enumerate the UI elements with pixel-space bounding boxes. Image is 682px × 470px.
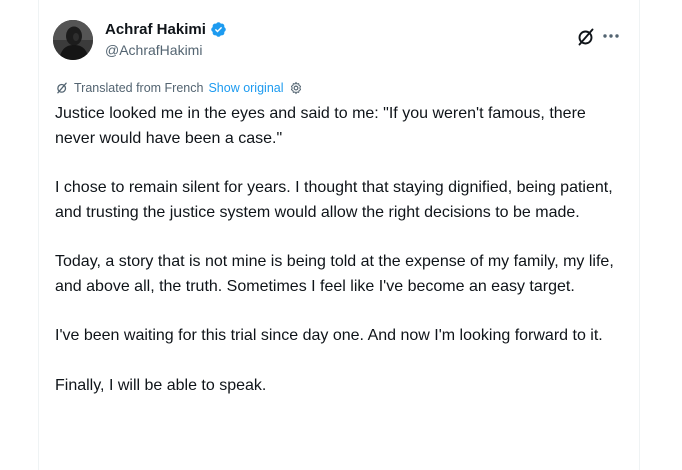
translate-icon	[55, 81, 69, 95]
author-display-name[interactable]: Achraf Hakimi	[105, 21, 206, 38]
tweet-card: Achraf Hakimi @AchrafHakimi Translated f…	[38, 0, 640, 470]
translation-notice: Translated from French Show original	[55, 81, 303, 95]
tweet-paragraph: Finally, I will be able to speak.	[55, 376, 267, 394]
avatar-image	[53, 20, 93, 60]
tweet-paragraph: I've been waiting for this trial since d…	[55, 327, 603, 345]
tweet-text: Justice looked me in the eyes and said t…	[55, 102, 625, 398]
show-original-link[interactable]: Show original	[208, 81, 283, 95]
translated-label: Translated from French	[74, 81, 204, 95]
author-name-row[interactable]: Achraf Hakimi	[105, 21, 227, 38]
author-handle[interactable]: @AchrafHakimi	[105, 42, 202, 58]
tweet-paragraph: Today, a story that is not mine is being…	[55, 253, 614, 295]
grok-slash-circle-icon[interactable]	[575, 26, 597, 48]
verified-badge-icon	[210, 21, 227, 38]
avatar[interactable]	[53, 20, 93, 60]
more-horizontal-icon[interactable]	[601, 26, 621, 46]
tweet-paragraph: I chose to remain silent for years. I th…	[55, 179, 613, 221]
tweet-paragraph: Justice looked me in the eyes and said t…	[55, 105, 586, 147]
gear-icon[interactable]	[289, 81, 303, 95]
